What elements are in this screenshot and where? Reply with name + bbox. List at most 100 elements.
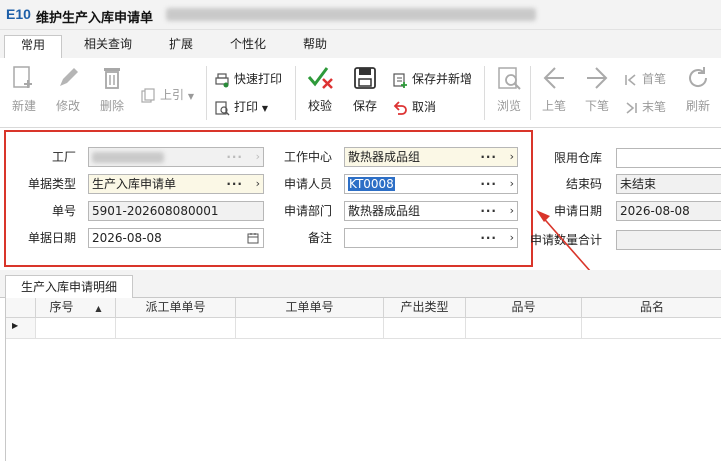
doc-no-field: 5901-202608080001 [88, 201, 264, 221]
check-cross-icon [307, 67, 333, 89]
app-logo: E10 [6, 6, 31, 22]
doc-type-lookup-icon[interactable]: ··· [226, 175, 243, 193]
title-bar: E10 维护生产入库申请单 [0, 0, 721, 30]
remark-lookup-icon[interactable]: ··· [480, 229, 497, 247]
factory-arrow-icon: › [255, 150, 260, 163]
column-header-dispatch-no[interactable]: 派工单单号 [116, 298, 236, 318]
cancel-label: 取消 [412, 100, 437, 114]
sort-asc-icon: ▲ [95, 304, 102, 313]
quick-print-label: 快速打印 [234, 72, 283, 86]
applicant-field[interactable]: KT0008 ··· › [344, 174, 518, 194]
save-label: 保存 [352, 99, 377, 113]
delete-button[interactable]: 删除 [90, 62, 134, 120]
next-record-label: 下笔 [584, 99, 609, 113]
save-and-new-label: 保存并新增 [412, 72, 473, 86]
factory-field[interactable]: ··· › [88, 147, 264, 167]
applicant-arrow-icon[interactable]: › [510, 175, 514, 193]
column-header-seq[interactable]: 序号 ▲ [36, 298, 116, 318]
qty-total-field [616, 230, 721, 250]
warehouse-label: 限用仓库 [553, 151, 602, 165]
print-label: 打印 [234, 100, 259, 114]
apply-date-value: 2026-08-08 [620, 204, 690, 218]
toolbar-separator [484, 66, 485, 120]
remark-arrow-icon[interactable]: › [510, 229, 514, 247]
close-code-label: 结束码 [565, 177, 602, 191]
tab-related-query[interactable]: 相关查询 [76, 35, 140, 58]
dept-field[interactable]: 散热器成品组 ··· › [344, 201, 518, 221]
save-and-new-button[interactable]: 保存并新增 [392, 68, 472, 90]
quick-print-button[interactable]: 快速打印 [214, 68, 282, 90]
column-header-item-no[interactable]: 品号 [466, 298, 582, 318]
pencil-icon [60, 68, 78, 86]
browse-button[interactable]: 浏览 [487, 62, 531, 120]
remark-label: 备注 [307, 231, 332, 245]
printer-icon [215, 72, 229, 87]
table-cell[interactable] [36, 318, 116, 339]
work-center-value: 散热器成品组 [348, 150, 421, 164]
work-center-arrow-icon[interactable]: › [510, 148, 514, 166]
first-record-button[interactable]: 首笔 [624, 68, 666, 90]
trash-icon [104, 68, 120, 89]
apply-date-field[interactable]: 2026-08-08 [616, 201, 721, 221]
refresh-button[interactable]: 刷新 [676, 62, 720, 120]
edit-label: 修改 [55, 99, 80, 113]
doc-date-field[interactable]: 2026-08-08 [88, 228, 264, 248]
applicant-value: KT0008 [348, 177, 395, 191]
last-record-button[interactable]: 末笔 [624, 96, 666, 118]
table-cell[interactable] [116, 318, 236, 339]
last-record-label: 末笔 [642, 100, 667, 114]
table-cell[interactable] [236, 318, 384, 339]
first-record-label: 首笔 [642, 72, 667, 86]
tab-extend[interactable]: 扩展 [160, 35, 202, 58]
calendar-icon[interactable] [247, 232, 259, 244]
work-center-field[interactable]: 散热器成品组 ··· › [344, 147, 518, 167]
applicant-lookup-icon[interactable]: ··· [480, 175, 497, 193]
arrow-left-icon [543, 67, 564, 89]
tab-common[interactable]: 常用 [4, 35, 62, 58]
cancel-button[interactable]: 取消 [392, 96, 436, 118]
save-disk-icon [354, 67, 376, 89]
prev-record-button[interactable]: 上笔 [532, 62, 576, 120]
table-cell[interactable] [582, 318, 721, 339]
verify-button[interactable]: 校验 [298, 62, 342, 120]
edit-button[interactable]: 修改 [46, 62, 90, 120]
next-record-button[interactable]: 下笔 [575, 62, 619, 120]
tab-detail[interactable]: 生产入库申请明细 [5, 275, 133, 299]
applicant-label: 申请人员 [283, 177, 332, 191]
prev-ref-button[interactable]: 上引 ▼ [140, 84, 194, 106]
new-button[interactable]: 新建 [2, 62, 46, 120]
toolbar-separator [295, 66, 296, 120]
row-header-corner [6, 298, 36, 318]
work-center-label: 工作中心 [283, 150, 332, 164]
work-center-lookup-icon[interactable]: ··· [480, 148, 497, 166]
current-row-icon: ▶ [12, 321, 19, 330]
doc-type-field[interactable]: 生产入库申请单 ··· › [88, 174, 264, 194]
dept-arrow-icon[interactable]: › [510, 202, 514, 220]
warehouse-field[interactable] [616, 148, 721, 168]
tab-help[interactable]: 帮助 [294, 35, 336, 58]
row-indicator[interactable]: ▶ [6, 318, 36, 339]
save-button[interactable]: 保存 [343, 62, 387, 120]
new-doc-icon [13, 66, 32, 88]
doc-no-label: 单号 [51, 204, 76, 218]
table-cell[interactable] [384, 318, 466, 339]
redacted-title-info [166, 8, 536, 21]
dept-lookup-icon[interactable]: ··· [480, 202, 497, 220]
close-code-field[interactable]: 未结束 [616, 174, 721, 194]
column-header-output-type[interactable]: 产出类型 [384, 298, 466, 318]
doc-type-arrow-icon[interactable]: › [256, 175, 260, 193]
dropdown-icon: ▼ [187, 92, 194, 101]
column-header-work-order-no[interactable]: 工单单号 [236, 298, 384, 318]
new-label: 新建 [11, 99, 36, 113]
column-header-item-name[interactable]: 品名 [582, 298, 721, 318]
remark-field[interactable]: ··· › [344, 228, 518, 248]
print-button[interactable]: 打印 ▼ [214, 96, 268, 118]
header-form: 工厂 ··· › 单据类型 生产入库申请单 ··· › 单号 5901-2026… [0, 129, 721, 269]
ribbon-tabs: 常用 相关查询 扩展 个性化 帮助 [0, 30, 721, 58]
toolbar-separator [530, 66, 531, 120]
tab-personalize[interactable]: 个性化 [222, 35, 274, 58]
doc-date-value: 2026-08-08 [92, 231, 162, 245]
factory-label: 工厂 [51, 150, 76, 164]
table-cell[interactable] [466, 318, 582, 339]
save-new-icon [393, 72, 407, 88]
